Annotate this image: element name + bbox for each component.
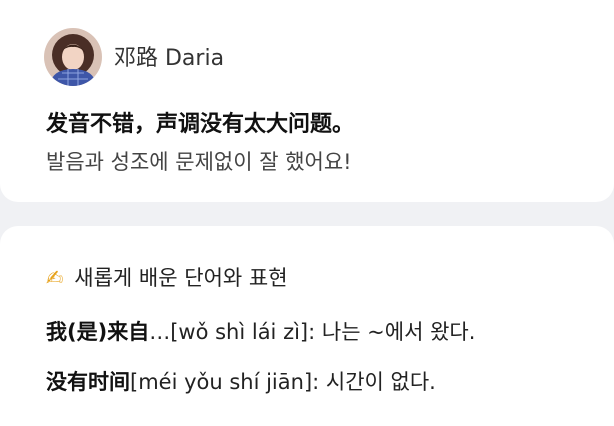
writing-hand-icon: ✍ xyxy=(46,266,64,290)
vocab-item: 我(是)来自…[wǒ shì lái zì]: 나는 ~에서 왔다. xyxy=(46,316,475,346)
vocab-meaning: [méi yǒu shí jiān]: 시간이 없다. xyxy=(130,370,436,394)
author-name: 邓路 Daria xyxy=(114,46,225,71)
vocab-title-label: 새롭게 배운 단어와 표현 xyxy=(74,266,288,290)
teacher-comment-card: 邓路 Daria 发音不错，声调没有太大问题。 발음과 성조에 문제없이 잘 했… xyxy=(0,0,614,202)
feedback-korean: 발음과 성조에 문제없이 잘 했어요! xyxy=(46,150,352,174)
vocab-meaning: …[wǒ shì lái zì]: 나는 ~에서 왔다. xyxy=(149,320,476,344)
avatar[interactable] xyxy=(44,28,102,86)
vocab-item: 没有时间[méi yǒu shí jiān]: 시간이 없다. xyxy=(46,366,436,396)
feedback-chinese: 发音不错，声调没有太大问题。 xyxy=(46,112,355,137)
vocab-term: 我(是)来自 xyxy=(46,320,150,344)
vocab-section-title: ✍ 새롭게 배운 단어와 표현 xyxy=(46,262,288,292)
avatar-image xyxy=(44,28,102,86)
vocab-term: 没有时间 xyxy=(46,370,130,394)
